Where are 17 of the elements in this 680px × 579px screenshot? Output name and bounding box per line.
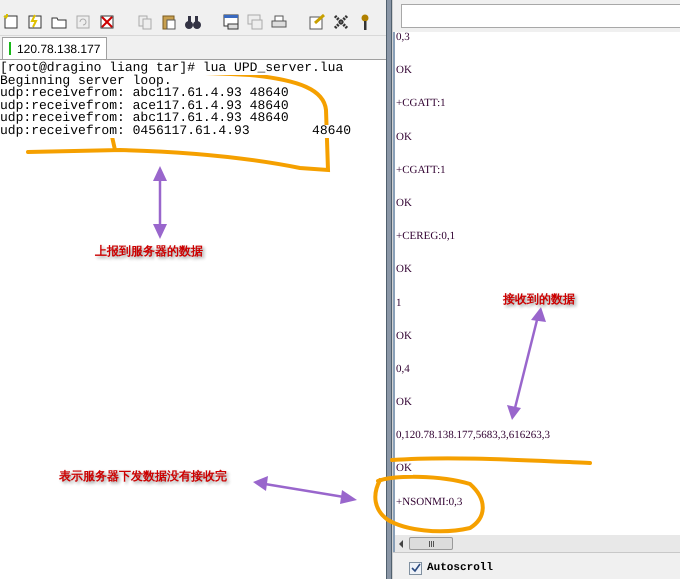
printer-icon[interactable] [270, 12, 288, 30]
command-input[interactable] [401, 4, 680, 28]
new-document-icon[interactable] [2, 12, 20, 30]
autoscroll-checkbox[interactable] [409, 562, 422, 574]
monitor-icon[interactable] [222, 12, 240, 30]
annotation-label: 表示服务器下发数据没有接收完 [59, 468, 227, 485]
scroll-left-icon[interactable] [399, 540, 403, 548]
session-tab[interactable]: 120.78.138.177 [2, 37, 108, 59]
annotation-label: 接收到的数据 [503, 291, 575, 308]
tools-icon[interactable] [332, 12, 350, 30]
annotation-label: 上报到服务器的数据 [95, 243, 203, 260]
scrollbar-thumb[interactable] [409, 537, 453, 550]
lightning-document-icon[interactable] [26, 12, 44, 30]
horizontal-scrollbar[interactable] [393, 535, 680, 552]
autoscroll-label: Autoscroll [427, 560, 494, 576]
clipboard-icon[interactable] [160, 12, 178, 30]
close-icon[interactable] [98, 12, 116, 30]
